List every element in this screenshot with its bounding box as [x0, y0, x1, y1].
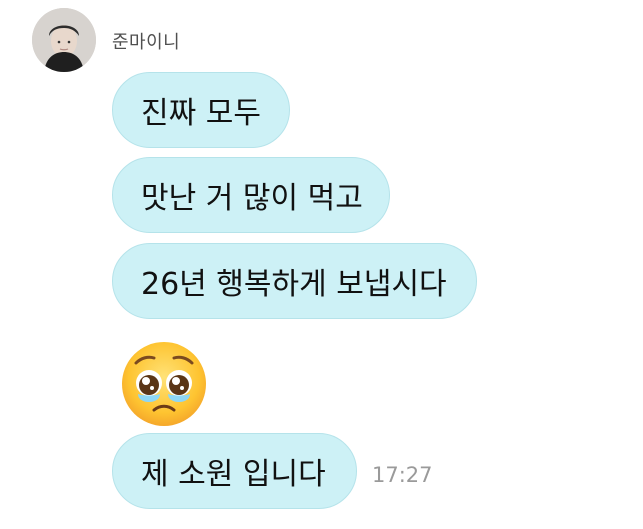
message-bubble[interactable]: 진짜 모두 [112, 72, 290, 148]
avatar[interactable] [32, 8, 96, 72]
pleading-face-emoji-icon[interactable] [118, 338, 210, 430]
chat-thread: 준마이니 진짜 모두 맛난 거 많이 먹고 26년 행복하게 보냅시다 제 소원… [0, 0, 643, 529]
avatar-image [32, 8, 96, 72]
message-timestamp: 17:27 [372, 463, 433, 487]
message-bubble[interactable]: 제 소원 입니다 [112, 433, 357, 509]
message-bubble[interactable]: 26년 행복하게 보냅시다 [112, 243, 477, 319]
sender-name: 준마이니 [112, 32, 181, 53]
message-text: 진짜 모두 [141, 96, 261, 131]
message-bubble[interactable]: 맛난 거 많이 먹고 [112, 157, 390, 233]
message-text: 제 소원 입니다 [141, 457, 326, 492]
message-text: 26년 행복하게 보냅시다 [141, 267, 447, 302]
message-text: 맛난 거 많이 먹고 [141, 181, 363, 216]
